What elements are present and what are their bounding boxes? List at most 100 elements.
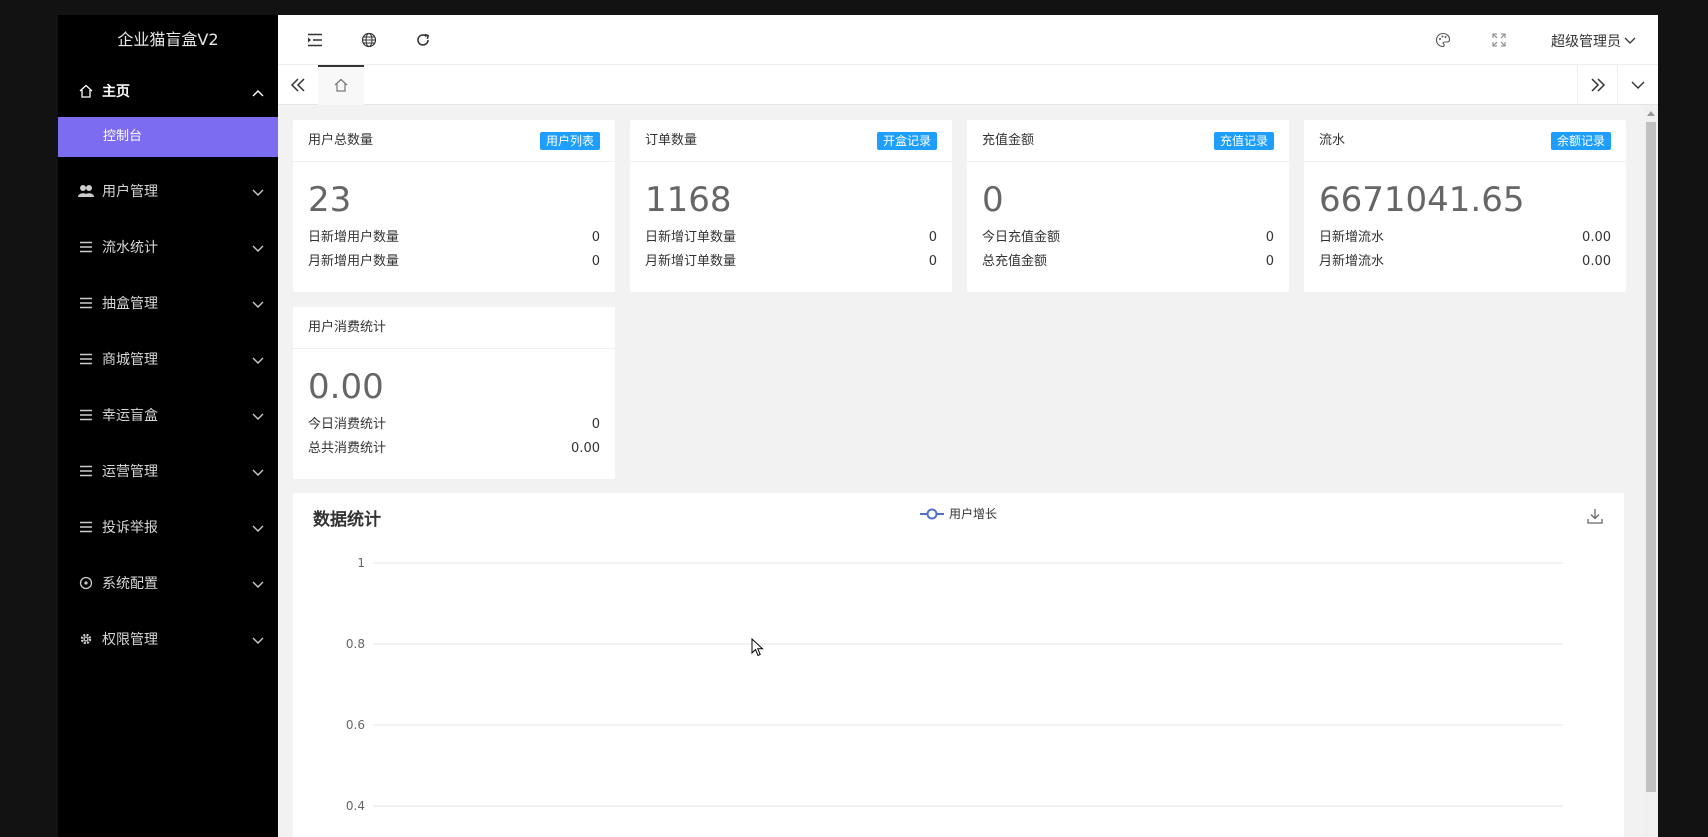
stat-card-consumption: 用户消费统计 0.00 今日消费统计 0 总共消费统计 0.00: [293, 307, 615, 479]
row-value: 0: [591, 417, 600, 432]
row-label: 总共消费统计: [308, 441, 387, 456]
chevron-down-icon: [252, 577, 264, 593]
chevron-down-icon: [252, 297, 264, 313]
chevron-down-icon: [252, 633, 264, 649]
chevron-down-icon: [252, 353, 264, 369]
card-row: 日新增订单数量 0: [630, 226, 952, 250]
sidebar-item-box-draw[interactable]: 抽盒管理: [58, 275, 278, 331]
tab-menu-dropdown-icon[interactable]: [1618, 65, 1658, 105]
list-icon: [78, 239, 94, 255]
sidebar-subitem-console[interactable]: 控制台: [58, 117, 278, 157]
menu-collapse-icon[interactable]: [305, 30, 325, 50]
card-header: 用户消费统计: [293, 307, 615, 349]
balance-records-badge[interactable]: 余额记录: [1550, 132, 1611, 150]
list-icon: [78, 407, 94, 423]
home-icon: [78, 83, 94, 99]
tab-bar: [278, 65, 1658, 105]
tab-scroll-left-icon[interactable]: [278, 65, 318, 105]
row-label: 月新增订单数量: [645, 254, 737, 269]
main-area: 超级管理员 用户总数量 用户列表 23 日新增用户数量 0 月新增用户数量 0 …: [278, 15, 1658, 837]
admin-user-menu[interactable]: 超级管理员: [1551, 31, 1636, 51]
sidebar-item-lucky-box[interactable]: 幸运盲盒: [58, 387, 278, 443]
card-header: 充值金额 充值记录: [967, 120, 1289, 162]
recharge-records-badge[interactable]: 充值记录: [1213, 132, 1274, 150]
sidebar-item-label: 主页: [102, 84, 130, 100]
sidebar-item-label: 权限管理: [102, 632, 158, 648]
sidebar-item-label: 流水统计: [102, 240, 158, 256]
row-label: 今日消费统计: [308, 417, 387, 432]
card-title: 充值金额: [982, 133, 1035, 148]
data-stats-panel: 数据统计 用户增长 1 0.8 0.6 0.4: [293, 493, 1624, 837]
sidebar-item-users[interactable]: 用户管理: [58, 163, 278, 219]
card-row: 日新增流水 0.00: [1304, 226, 1626, 250]
list-icon: [78, 351, 94, 367]
sidebar-item-permissions[interactable]: 权限管理: [58, 611, 278, 667]
card-value: 0.00: [308, 367, 384, 407]
card-title: 订单数量: [645, 133, 698, 148]
list-icon: [78, 463, 94, 479]
row-label: 月新增流水: [1319, 254, 1385, 269]
card-value: 6671041.65: [1319, 180, 1525, 220]
chevron-down-icon: [1624, 33, 1636, 49]
tab-home[interactable]: [318, 65, 364, 105]
users-icon: [78, 183, 94, 199]
sidebar-item-system-config[interactable]: 系统配置: [58, 555, 278, 611]
row-value: 0: [928, 230, 937, 245]
chevron-up-icon: [252, 85, 264, 101]
user-list-badge[interactable]: 用户列表: [539, 132, 600, 150]
sidebar-item-flow-stats[interactable]: 流水统计: [58, 219, 278, 275]
y-tick-label: 0.4: [346, 799, 365, 813]
settings-circle-icon: [78, 575, 94, 591]
scroll-up-arrow[interactable]: [1647, 111, 1655, 116]
card-row: 月新增流水 0.00: [1304, 250, 1626, 274]
card-row: 总充值金额 0: [967, 250, 1289, 274]
app-window: 企业猫盲盒V2 主页 控制台 用户管理 流水统计 抽盒管理 商城管理 幸运盲盒 …: [58, 15, 1658, 837]
sidebar-item-label: 运营管理: [102, 464, 158, 480]
tab-scroll-right-icon[interactable]: [1578, 65, 1618, 105]
chart-plot-area: 1 0.8 0.6 0.4: [346, 556, 1563, 813]
chevron-down-icon: [252, 241, 264, 257]
sidebar-item-operations[interactable]: 运营管理: [58, 443, 278, 499]
vertical-scrollbar[interactable]: [1644, 108, 1658, 837]
chevron-down-icon: [252, 465, 264, 481]
row-label: 日新增订单数量: [645, 230, 737, 245]
card-title: 用户消费统计: [308, 320, 387, 335]
row-value: 0: [591, 230, 600, 245]
y-tick-label: 0.8: [346, 637, 365, 651]
row-value: 0: [928, 254, 937, 269]
row-value: 0.00: [571, 441, 600, 456]
sidebar-item-mall[interactable]: 商城管理: [58, 331, 278, 387]
card-row: 今日充值金额 0: [967, 226, 1289, 250]
sidebar-item-label: 幸运盲盒: [102, 408, 158, 424]
app-logo-title: 企业猫盲盒V2: [117, 30, 219, 49]
sidebar-item-home[interactable]: 主页: [58, 65, 278, 117]
row-label: 日新增用户数量: [308, 230, 400, 245]
scroll-thumb[interactable]: [1646, 122, 1656, 792]
row-value: 0: [1265, 230, 1274, 245]
home-icon: [334, 77, 348, 96]
card-header: 用户总数量 用户列表: [293, 120, 615, 162]
box-records-badge[interactable]: 开盒记录: [876, 132, 937, 150]
topbar: 超级管理员: [278, 15, 1658, 65]
mouse-cursor-icon: [751, 638, 764, 657]
stat-card-recharge: 充值金额 充值记录 0 今日充值金额 0 总充值金额 0: [967, 120, 1289, 292]
sidebar-item-label: 商城管理: [102, 352, 158, 368]
sidebar-item-complaints[interactable]: 投诉举报: [58, 499, 278, 555]
chevron-down-icon: [252, 409, 264, 425]
refresh-icon[interactable]: [413, 30, 433, 50]
sidebar-item-label: 投诉举报: [102, 520, 158, 536]
row-value: 0: [1265, 254, 1274, 269]
row-label: 今日充值金额: [982, 230, 1061, 245]
palette-icon[interactable]: [1433, 30, 1453, 50]
card-value: 0: [982, 180, 1004, 220]
globe-icon[interactable]: [359, 30, 379, 50]
card-value: 23: [308, 180, 352, 220]
card-row: 日新增用户数量 0: [293, 226, 615, 250]
admin-label: 超级管理员: [1551, 34, 1621, 50]
sidebar-item-label: 用户管理: [102, 184, 158, 200]
card-header: 订单数量 开盒记录: [630, 120, 952, 162]
gear-icon: [78, 631, 94, 647]
fullscreen-icon[interactable]: [1489, 30, 1509, 50]
card-value: 1168: [645, 180, 732, 220]
list-icon: [78, 295, 94, 311]
